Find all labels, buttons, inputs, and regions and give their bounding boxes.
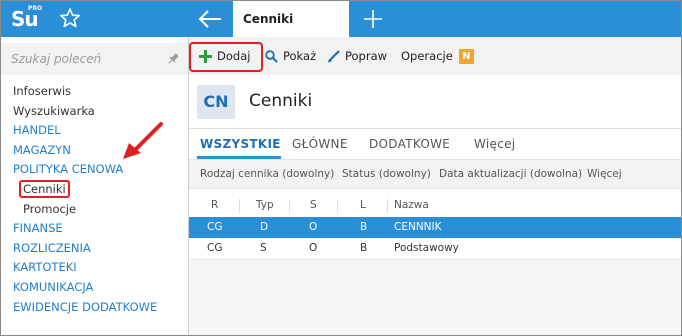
new-tab-plus-icon[interactable] (361, 7, 385, 31)
sidebar-item-label: ROZLICZENIA (13, 240, 91, 255)
sidebar-item-label: HANDEL (13, 123, 61, 138)
filter-price-list-type[interactable]: Rodzaj cennika (dowolny) (200, 168, 334, 180)
sidebar-item-label: MAGAZYN (13, 142, 71, 157)
column-s[interactable]: S (310, 199, 317, 211)
show-button-label: Pokaż (283, 49, 317, 63)
top-bar: Su PRO Cenniki (1, 1, 681, 37)
column-nazwa[interactable]: Nazwa (394, 199, 429, 211)
sidebar: Szukaj poleceń Infoserwis Wyszukiwarka HAN… (1, 37, 189, 335)
main-panel: Dodaj Pokaż Popraw Operacje N CN Cenniki… (189, 37, 681, 335)
table-row[interactable]: CG D O B CENNNIK (189, 217, 681, 238)
cell-typ: S (260, 242, 267, 254)
pin-icon[interactable] (166, 52, 180, 66)
sidebar-item-label: Cenniki (19, 179, 70, 198)
cell-s: O (309, 242, 318, 254)
sidebar-item-label: Infoserwis (13, 84, 72, 98)
sidebar-item-label: KOMUNIKACJA (13, 279, 94, 294)
add-button-label: Dodaj (217, 49, 251, 63)
column-separator (337, 199, 338, 213)
show-button[interactable]: Pokaż (265, 47, 316, 65)
row-divider (189, 259, 681, 260)
cell-nazwa: Podstawowy (394, 242, 459, 254)
operations-label: Operacje (401, 49, 453, 63)
sidebar-item-label: FINANSE (13, 221, 63, 236)
cell-typ: D (260, 221, 269, 233)
sidebar-item-label: EWIDENCJE DODATKOWE (13, 299, 158, 314)
plus-icon (199, 49, 212, 63)
edit-button[interactable]: Popraw (327, 47, 387, 65)
cell-r: CG (207, 221, 223, 233)
sidebar-nav: Infoserwis Wyszukiwarka HANDEL MAGAZYN POLIT… (13, 82, 188, 317)
column-separator (239, 199, 240, 213)
app-logo[interactable]: Su PRO (11, 5, 43, 33)
cell-s: O (309, 221, 318, 233)
tab-main[interactable]: GŁÓWNE (292, 137, 348, 151)
back-arrow-icon[interactable] (197, 8, 223, 30)
filter-status[interactable]: Status (dowolny) (342, 168, 431, 180)
filter-more[interactable]: Więcej (587, 168, 622, 180)
sidebar-item-label: POLITYKA CENOWA (13, 162, 124, 177)
magnifier-icon (265, 49, 278, 63)
logo-sup: PRO (28, 5, 43, 12)
sidebar-item-finanse[interactable]: FINANSE (13, 219, 188, 239)
cell-l: B (360, 221, 368, 233)
sidebar-item-ewidencje-dodatkowe[interactable]: EWIDENCJE DODATKOWE (13, 298, 188, 318)
view-tabs: WSZYSTKIE GŁÓWNE DODATKOWE Więcej (189, 130, 681, 159)
tab-more[interactable]: Więcej (474, 137, 515, 151)
star-icon[interactable] (59, 7, 81, 29)
toolbar: Dodaj Pokaż Popraw Operacje N (189, 37, 681, 75)
tab-cenniki-label: Cenniki (243, 12, 294, 26)
column-r[interactable]: R (211, 199, 218, 211)
sidebar-item-label: Promocje (23, 201, 77, 216)
filter-bar: Rodzaj cennika (dowolny) Status (dowolny… (189, 159, 681, 189)
cell-l: B (360, 242, 368, 254)
column-typ[interactable]: Typ (256, 199, 274, 211)
brush-icon (328, 49, 340, 62)
operations-menu[interactable]: Operacje N (401, 47, 474, 65)
sidebar-item-label: KARTOTEKI (13, 260, 77, 275)
annotation-arrow-icon (123, 122, 163, 159)
filter-update-date[interactable]: Data aktualizacji (dowolna) (439, 168, 582, 180)
page-header: CN Cenniki (189, 75, 681, 129)
sidebar-item-rozliczenia[interactable]: ROZLICZENIA (13, 239, 188, 259)
sidebar-item-infoserwis[interactable]: Infoserwis (13, 82, 188, 102)
cell-r: CG (207, 242, 223, 254)
search-input[interactable]: Szukaj poleceń (1, 43, 188, 75)
tab-additional[interactable]: DODATKOWE (369, 137, 450, 151)
search-placeholder: Szukaj poleceń (11, 52, 102, 66)
app-window: Su PRO Cenniki Szukaj poleceń Infoserwis… (0, 0, 682, 336)
sidebar-item-polityka-cenowa[interactable]: POLITYKA CENOWA (13, 160, 188, 180)
sidebar-item-kartoteki[interactable]: KARTOTEKI (13, 258, 188, 278)
page-title: Cenniki (249, 91, 313, 111)
operations-badge: N (458, 48, 474, 64)
cell-nazwa: CENNNIK (394, 221, 442, 233)
tab-cenniki[interactable]: Cenniki (233, 1, 349, 37)
page-badge: CN (197, 85, 235, 119)
add-button[interactable]: Dodaj (199, 47, 250, 65)
column-separator (387, 199, 388, 213)
column-separator (289, 199, 290, 213)
tab-all[interactable]: WSZYSTKIE (200, 137, 281, 151)
sidebar-item-label: Wyszukiwarka (13, 103, 95, 118)
column-l[interactable]: L (360, 199, 366, 211)
edit-button-label: Popraw (345, 49, 388, 63)
sidebar-item-promocje[interactable]: Promocje (13, 200, 188, 220)
sidebar-item-komunikacja[interactable]: KOMUNIKACJA (13, 278, 188, 298)
grid-header: R Typ S L Nazwa (189, 195, 681, 217)
sidebar-item-cenniki[interactable]: Cenniki (13, 179, 188, 200)
table-row[interactable]: CG S O B Podstawowy (189, 238, 681, 259)
